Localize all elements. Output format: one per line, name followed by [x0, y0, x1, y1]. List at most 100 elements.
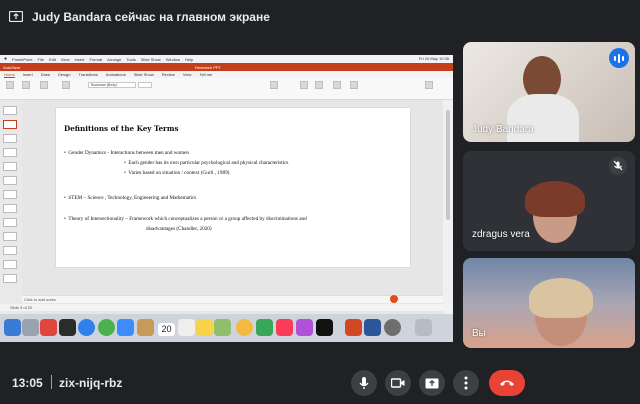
- camera-icon: [391, 378, 405, 388]
- mail-icon: [117, 319, 134, 336]
- settings-icon: [384, 319, 401, 336]
- mac-menu-item: Insert: [74, 56, 85, 62]
- mac-menu-item: Edit: [48, 56, 56, 62]
- ribbon-tab: View: [182, 72, 192, 77]
- slide-thumbnail: [3, 246, 17, 255]
- camera-button[interactable]: [385, 370, 411, 396]
- mac-menu-item: Help: [184, 56, 194, 62]
- ribbon-tab: Transitions: [78, 72, 98, 77]
- contacts-icon: [137, 319, 154, 336]
- meeting-controls-bar: 13:05 zix-nijq-rbz: [0, 362, 640, 404]
- ribbon-tabs: Home Insert Draw Design Transitions Anim…: [0, 71, 453, 78]
- record-icon: [390, 295, 398, 303]
- slide-line: Gender Dynamics - Interactions between m…: [68, 150, 189, 156]
- mac-clock: Fri 20 May 10:35: [418, 56, 449, 61]
- slide-bullet: • Each gender has its own particular psy…: [124, 160, 289, 166]
- shapes-icon: [270, 81, 278, 90]
- ppt-status-bar: Slide 3 of 20: [0, 304, 453, 311]
- apple-tv-icon: [316, 319, 333, 336]
- mac-menu-item: View: [60, 56, 70, 62]
- slide-thumbnail: [3, 232, 17, 241]
- participant-name: zdragus vera: [472, 229, 530, 240]
- microphone-icon: [359, 377, 369, 389]
- slide-thumbnail: [3, 134, 17, 143]
- slide-thumbnail: [3, 190, 17, 199]
- slide-thumbnail: [3, 260, 17, 269]
- slide-thumbnail: [3, 274, 17, 283]
- apple-icon: ●: [4, 56, 8, 62]
- participant-name: Вы: [472, 328, 486, 339]
- mic-off-icon: [609, 157, 627, 175]
- current-slide: Definitions of the Key Terms • Gender Dy…: [56, 108, 410, 267]
- slide-line: disadvantages (Chandler, 2020): [146, 226, 212, 232]
- end-call-button[interactable]: [489, 370, 525, 396]
- slide-line: Each gender has its own particular psych…: [128, 160, 289, 166]
- powerpoint-title-bar: AutoSave Research PPT: [0, 63, 453, 71]
- copy-icon: [22, 81, 30, 90]
- picture-icon: [300, 81, 308, 90]
- autosave-label: AutoSave: [3, 65, 21, 70]
- photos-icon: [236, 319, 253, 336]
- mac-menu-item: PowerPoint: [12, 56, 33, 62]
- slide-thumbnail: [3, 204, 17, 213]
- ribbon-toolbar: Bookman (Body): [0, 78, 453, 100]
- slide-line: STEM – Science , Technology, Engineering…: [68, 195, 197, 201]
- font-selector: Bookman (Body): [88, 82, 136, 88]
- mac-menu-item: Window: [165, 56, 180, 62]
- mac-menu-bar: ● PowerPoint File Edit View Insert Forma…: [0, 55, 453, 63]
- ribbon-tab: Insert: [22, 72, 33, 77]
- ribbon-tab: Draw: [40, 72, 51, 77]
- calendar-icon: 20: [158, 323, 175, 336]
- participant-tile[interactable]: Judy Bandara: [463, 42, 635, 142]
- document-title: Research PPT: [195, 65, 222, 70]
- slide-line: Varies based on situation / context (Gur…: [128, 170, 230, 176]
- slide-bullet: • Theory of Intersectionality – Framewor…: [64, 216, 307, 222]
- ribbon-tab: Tell me: [199, 72, 213, 77]
- slide-bullet: • STEM – Science , Technology, Engineeri…: [64, 195, 197, 201]
- mic-button[interactable]: [351, 370, 377, 396]
- more-vert-icon: [464, 376, 468, 390]
- paste-icon: [6, 81, 14, 90]
- slide-scrollbar: [443, 100, 453, 332]
- end-call-icon: [500, 380, 514, 386]
- participant-hair: [525, 181, 585, 217]
- podcasts-icon: [296, 319, 313, 336]
- slide-thumbnail: [3, 176, 17, 185]
- design-ideas-icon: [425, 81, 433, 90]
- mac-dock: 20: [0, 314, 453, 342]
- word-icon: [364, 319, 381, 336]
- participant-tile-self[interactable]: Вы: [463, 258, 635, 348]
- new-slide-icon: [40, 81, 48, 90]
- meeting-code: zix-nijq-rbz: [59, 376, 123, 390]
- slide-title: Definitions of the Key Terms: [64, 124, 179, 133]
- more-options-button[interactable]: [453, 370, 479, 396]
- participant-tile[interactable]: zdragus vera: [463, 151, 635, 251]
- notes-icon: [196, 319, 213, 336]
- notes-pane: Click to add notes: [22, 295, 443, 303]
- slide-bullet: • Gender Dynamics - Interactions between…: [64, 150, 189, 156]
- trash-icon: [415, 319, 432, 336]
- photo-booth-icon: [40, 319, 57, 336]
- music-icon: [276, 319, 293, 336]
- slide-thumbnail: [3, 218, 17, 227]
- shape-fill-icon: [350, 81, 358, 90]
- messages-icon: [256, 319, 273, 336]
- arrange-icon: [315, 81, 323, 90]
- app-icon: [59, 319, 76, 336]
- slide-thumbnail: [3, 120, 17, 129]
- present-button[interactable]: [419, 370, 445, 396]
- meeting-time: 13:05: [12, 376, 43, 390]
- presenting-banner: Judy Bandara сейчас на главном экране: [0, 0, 640, 34]
- slide-thumbnail: [3, 162, 17, 171]
- slide-thumbnail: [3, 106, 17, 115]
- ribbon-tab: Review: [161, 72, 175, 77]
- font-size-selector: [138, 82, 152, 88]
- ribbon-tab: Home: [4, 71, 15, 78]
- ribbon-tab: Design: [58, 72, 71, 77]
- participant-name: Judy Bandara: [472, 124, 534, 135]
- speaking-indicator-icon: [609, 48, 629, 68]
- divider: [51, 375, 52, 389]
- ribbon-tab: Animations: [105, 72, 126, 77]
- text-box-icon: [333, 81, 341, 90]
- mac-menu-item: Slide Show: [140, 56, 161, 62]
